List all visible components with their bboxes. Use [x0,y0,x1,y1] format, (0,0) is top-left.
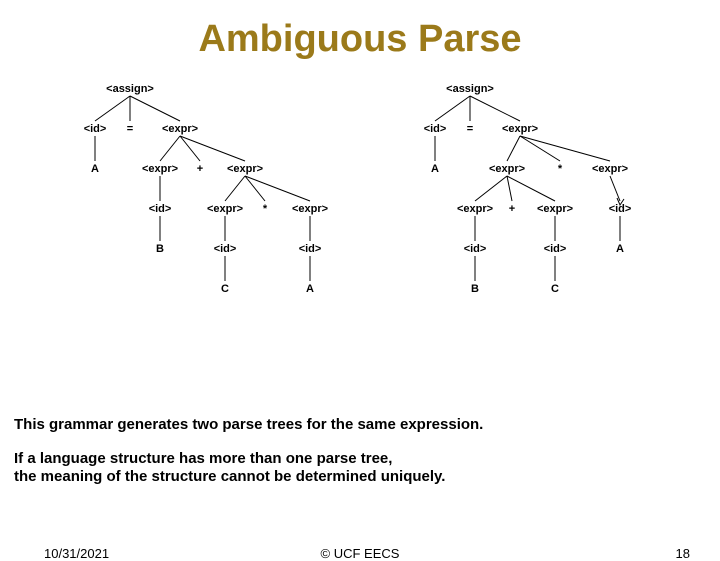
parse-tree-diagram: <assign> <id> = <expr> A <expr> + <expr>… [0,61,720,381]
explanation-line-2: If a language structure has more than on… [14,450,392,467]
footer-date: 10/31/2021 [44,546,109,561]
footer-copyright: © UCF EECS [321,546,400,561]
rt-id4: <id> [544,243,567,255]
explanation-line-1: This grammar generates two parse trees f… [14,416,483,433]
lt-expr3: <expr> [227,163,263,175]
rt-id3: <id> [464,243,487,255]
lt-expr2: <expr> [142,163,178,175]
slide-title: Ambiguous Parse [0,18,720,61]
lt-id2: <id> [149,203,172,215]
lt-id4: <id> [299,243,322,255]
lt-A1: A [91,163,99,175]
lt-expr1: <expr> [162,123,198,135]
lt-C: C [221,283,229,295]
rt-id1: <id> [424,123,447,135]
rt-expr1: <expr> [502,123,538,135]
lt-assign: <assign> [106,83,154,95]
rt-plus: + [509,203,515,215]
lt-star: * [263,203,267,215]
footer-page-number: 18 [676,546,690,561]
lt-eq: = [127,123,133,135]
rt-expr3: <expr> [592,163,628,175]
rt-star: * [558,163,562,175]
lt-B: B [156,243,164,255]
rt-expr5: <expr> [537,203,573,215]
explanation-line-3: the meaning of the structure cannot be d… [14,468,445,485]
lt-expr4: <expr> [207,203,243,215]
rt-assign: <assign> [446,83,494,95]
lt-id1: <id> [84,123,107,135]
rt-eq: = [467,123,473,135]
rt-id2: <id> [609,203,632,215]
lt-plus: + [197,163,203,175]
rt-expr2: <expr> [489,163,525,175]
lt-id3: <id> [214,243,237,255]
rt-C: C [551,283,559,295]
rt-expr4: <expr> [457,203,493,215]
lt-A2: A [306,283,314,295]
rt-B: B [471,283,479,295]
tree-connectors [0,61,720,381]
lt-expr5: <expr> [292,203,328,215]
rt-A2: A [616,243,624,255]
rt-A1: A [431,163,439,175]
